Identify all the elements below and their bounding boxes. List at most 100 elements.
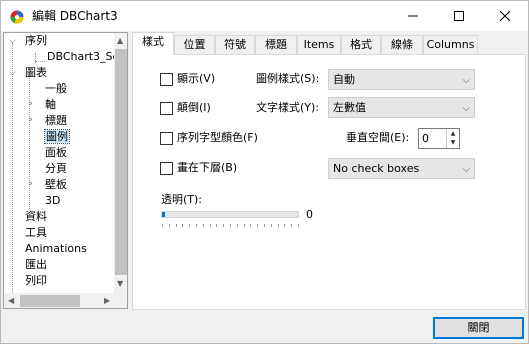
slider-tick	[244, 224, 245, 227]
vertical-spacing-spinner[interactable]: 0 ▲ ▼	[418, 128, 460, 149]
tree-item-titles[interactable]: › 標題	[29, 113, 67, 129]
expand-icon[interactable]: ›	[29, 100, 38, 109]
tree-item-axis[interactable]: › 軸	[29, 97, 56, 113]
spin-down-icon[interactable]: ▼	[447, 138, 459, 147]
chevron-down-icon: ⌵	[462, 103, 470, 114]
tree-item-tools[interactable]: 工具	[9, 225, 47, 241]
slider-tick	[271, 224, 272, 227]
slider-tick	[176, 224, 177, 227]
slider-tick	[196, 224, 197, 227]
scroll-down-icon[interactable]: ▼	[117, 280, 123, 288]
slider-tick	[203, 224, 204, 227]
transparency-slider[interactable]	[161, 211, 299, 218]
series-font-color-checkbox[interactable]	[160, 132, 173, 145]
slider-tick	[162, 224, 163, 227]
tree-item-series[interactable]: ⌵ 序列	[9, 33, 47, 49]
tab-position[interactable]: 位置	[174, 35, 215, 54]
check-boxes-value: No check boxes	[333, 162, 420, 175]
slider-tick	[264, 224, 265, 227]
slider-tick	[169, 224, 170, 227]
close-dialog-button[interactable]: 關閉	[433, 317, 524, 339]
scroll-left-icon[interactable]: ◀	[8, 297, 14, 305]
draw-behind-checkbox[interactable]	[160, 162, 173, 175]
slider-tick	[189, 224, 190, 227]
series-font-color-label: 序列字型顏色(F)	[177, 131, 258, 144]
chevron-down-icon: ⌵	[462, 164, 470, 175]
slider-tick	[223, 224, 224, 227]
scroll-thumb[interactable]	[115, 49, 127, 275]
resize-grip-icon[interactable]: ⋰	[517, 332, 525, 341]
tree-item-data[interactable]: 資料	[9, 209, 47, 225]
inverted-label: 顛倒(I)	[177, 101, 211, 114]
legend-style-dropdown[interactable]: 自動 ⌵	[328, 69, 475, 90]
scroll-thumb[interactable]	[20, 295, 80, 307]
tree-vertical-scrollbar[interactable]: ▲ ▼	[114, 33, 127, 293]
teechart-app-icon	[10, 10, 24, 24]
tab-format[interactable]: 格式	[341, 35, 381, 54]
text-style-label: 文字樣式(Y):	[256, 101, 320, 114]
tab-symbols[interactable]: 符號	[215, 35, 255, 54]
maximize-icon	[454, 11, 464, 21]
slider-tick	[250, 224, 251, 227]
slider-tick	[237, 224, 238, 227]
slider-tick	[291, 224, 292, 227]
check-boxes-dropdown[interactable]: No check boxes ⌵	[328, 158, 475, 179]
visible-label: 顯示(V)	[177, 72, 216, 85]
tree-item-export[interactable]: 匯出	[9, 257, 47, 273]
inverted-checkbox[interactable]	[160, 102, 173, 115]
slider-tick	[216, 224, 217, 227]
tab-columns[interactable]: Columns	[423, 35, 478, 54]
tree-item-dbchart3-series[interactable]: DBChart3_Se	[47, 49, 119, 65]
legend-style-label: 圖例樣式(S):	[256, 72, 320, 85]
chevron-down-icon: ⌵	[462, 75, 470, 86]
vertical-spacing-label: 垂直空間(E):	[346, 131, 410, 144]
slider-tick	[278, 224, 279, 227]
scroll-right-icon[interactable]: ▶	[104, 297, 110, 305]
minimize-button[interactable]	[390, 1, 436, 31]
spin-up-icon[interactable]: ▲	[447, 129, 459, 138]
text-style-value: 左數值	[333, 101, 366, 114]
text-style-dropdown[interactable]: 左數值 ⌵	[328, 97, 475, 118]
legend-style-value: 自動	[333, 73, 355, 86]
scroll-up-icon[interactable]: ▲	[117, 37, 123, 45]
slider-tick	[298, 224, 299, 227]
draw-behind-label: 畫在下層(B)	[177, 161, 238, 174]
collapse-icon[interactable]: ⌵	[9, 69, 18, 78]
slider-tick	[210, 224, 211, 227]
tree-item-print[interactable]: 列印	[9, 273, 47, 289]
visible-checkbox[interactable]	[160, 73, 173, 86]
close-window-button[interactable]	[482, 1, 528, 31]
tree-item-animations[interactable]: Animations	[9, 241, 87, 257]
slider-tick	[182, 224, 183, 227]
vertical-spacing-value: 0	[422, 132, 429, 145]
tree-item-panel[interactable]: 面板	[29, 145, 67, 161]
collapse-icon[interactable]: ⌵	[9, 37, 18, 46]
tab-style[interactable]: 樣式	[132, 32, 174, 55]
options-tree[interactable]: ⌵ 序列 DBChart3_Se ⌵ 圖表 一般 › 軸 › 標題 圖例 面板 …	[3, 32, 128, 309]
title-bar[interactable]: 編輯 DBChart3	[1, 1, 528, 31]
tab-lines[interactable]: 線條	[381, 35, 423, 54]
style-tab-panel	[132, 54, 526, 310]
slider-tick	[257, 224, 258, 227]
tree-item-legend[interactable]: 圖例	[29, 129, 70, 145]
transparency-slider-fill	[162, 212, 165, 217]
tree-item-general[interactable]: 一般	[29, 81, 67, 97]
maximize-button[interactable]	[436, 1, 482, 31]
tree-item-3d[interactable]: 3D	[29, 193, 60, 209]
tab-title[interactable]: 標題	[255, 35, 297, 54]
tree-item-chart[interactable]: ⌵ 圖表	[9, 65, 47, 81]
editor-window: 編輯 DBChart3 ⌵ 序列 DBChart3_Se ⌵ 圖表 一般 › 軸…	[0, 0, 529, 344]
transparency-value: 0	[306, 208, 313, 221]
slider-tick	[284, 224, 285, 227]
tree-item-paging[interactable]: 分頁	[29, 161, 67, 177]
tree-horizontal-scrollbar[interactable]: ◀ ▶	[4, 293, 127, 308]
window-title: 編輯 DBChart3	[32, 9, 118, 23]
expand-icon[interactable]: ›	[29, 180, 38, 189]
minimize-icon	[408, 15, 418, 17]
slider-tick	[230, 224, 231, 227]
transparency-label: 透明(T):	[161, 193, 203, 206]
tree-item-walls[interactable]: › 壁板	[29, 177, 67, 193]
tab-items[interactable]: Items	[297, 35, 341, 54]
close-icon	[500, 11, 510, 21]
expand-icon[interactable]: ›	[29, 116, 38, 125]
